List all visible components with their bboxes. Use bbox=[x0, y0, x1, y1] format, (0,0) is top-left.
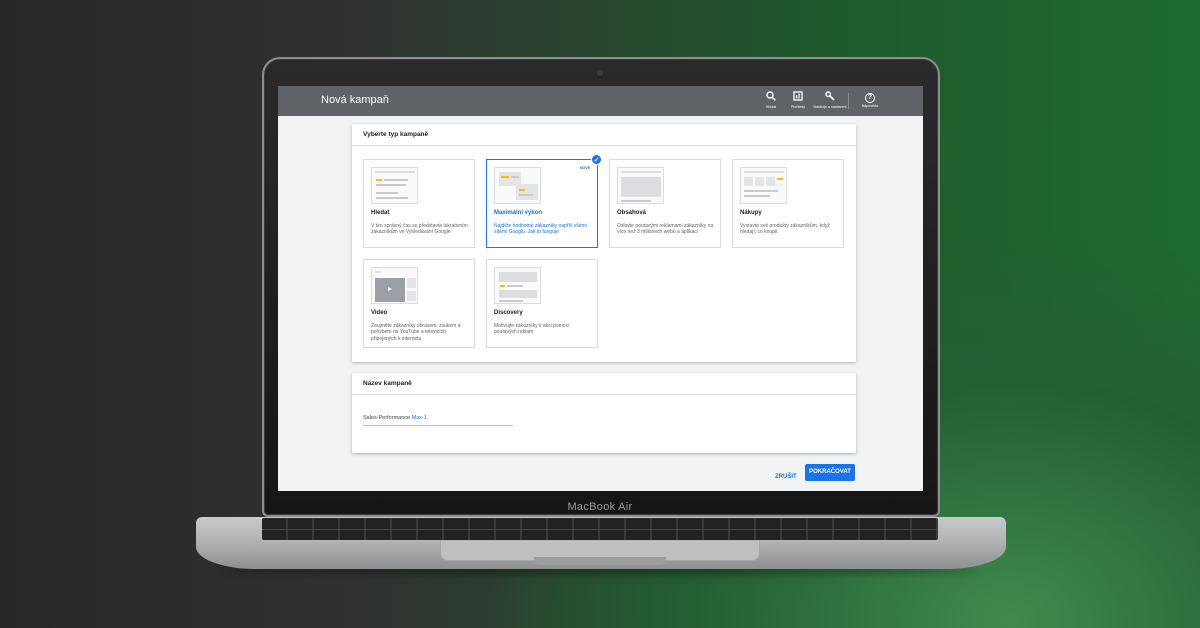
header-divider bbox=[848, 93, 849, 109]
webcam bbox=[597, 70, 603, 76]
campaign-type-shopping[interactable]: Nákupy Vystavte své produkty zákazníkům,… bbox=[732, 159, 844, 248]
campaign-type-name: Hledat bbox=[371, 210, 390, 216]
campaign-type-description: V ten správný čas se představte lukrativ… bbox=[371, 223, 468, 236]
continue-button[interactable]: POKRAČOVAT bbox=[805, 464, 855, 481]
campaign-name-card: Název kampaně Sales-Performance Max-1 bbox=[352, 373, 856, 453]
campaign-type-description: Oslovte poutavými reklamami zákazníky na… bbox=[617, 223, 714, 236]
selected-check-icon: ✓ bbox=[591, 154, 602, 165]
video-illustration bbox=[371, 267, 418, 304]
discovery-illustration bbox=[494, 267, 541, 304]
keyboard-row-divider bbox=[262, 529, 938, 530]
app-header: Nová kampaň Hledat Přehledy Nástroje a n… bbox=[278, 86, 923, 116]
campaign-type-discovery[interactable]: Discovery Motivujte zákazníky k akci pom… bbox=[486, 259, 598, 348]
campaign-type-name: Maximální výkon bbox=[494, 210, 543, 216]
campaign-type-description: Najděte hodnotné zákazníky napříč všemi … bbox=[494, 223, 587, 236]
campaign-name-underline bbox=[363, 425, 513, 426]
campaign-type-name: Nákupy bbox=[740, 210, 762, 216]
cancel-button[interactable]: ZRUŠIT bbox=[771, 471, 801, 483]
performance-max-illustration bbox=[494, 167, 541, 204]
campaign-name-value-highlight: Max-1 bbox=[411, 415, 427, 421]
wrench-icon bbox=[810, 91, 850, 104]
campaign-type-name: Video bbox=[371, 310, 388, 316]
campaign-type-performance-max[interactable]: NOVÉ Maximální výkon Najděte hodnotné zá… bbox=[486, 159, 598, 248]
header-tools-button[interactable]: Nástroje a nastavení bbox=[810, 91, 850, 109]
campaign-type-title: Vyberte typ kampaně bbox=[352, 124, 856, 146]
campaign-type-name: Obsahová bbox=[617, 210, 647, 216]
header-help-button[interactable]: ? Nápověda bbox=[850, 91, 890, 108]
search-illustration bbox=[371, 167, 418, 204]
laptop-model-label: MacBook Air bbox=[567, 501, 633, 513]
header-help-label: Nápověda bbox=[861, 104, 879, 108]
campaign-name-input[interactable]: Sales-Performance Max-1 bbox=[363, 415, 427, 421]
new-badge: NOVÉ bbox=[579, 166, 590, 170]
campaign-type-search[interactable]: Hledat V ten správný čas se představte l… bbox=[363, 159, 475, 248]
campaign-type-card: Vyberte typ kampaně Hledat V ten správný… bbox=[352, 124, 856, 362]
laptop-lid-notch bbox=[534, 557, 666, 565]
help-icon: ? bbox=[850, 91, 890, 103]
campaign-type-video[interactable]: Video Zaujměte zákazníky obrazem, zvukem… bbox=[363, 259, 475, 348]
page-title: Nová kampaň bbox=[321, 94, 389, 106]
display-illustration bbox=[617, 167, 664, 204]
campaign-type-name: Discovery bbox=[494, 310, 523, 316]
header-tools-label: Nástroje a nastavení bbox=[813, 105, 847, 109]
campaign-type-description: Motivujte zákazníky k akci pomocí poutav… bbox=[494, 323, 570, 336]
campaign-type-display[interactable]: Obsahová Oslovte poutavými reklamami zák… bbox=[609, 159, 721, 248]
campaign-type-description: Vystavte své produkty zákazníkům, když h… bbox=[740, 223, 830, 236]
campaign-name-title: Název kampaně bbox=[352, 373, 856, 395]
shopping-illustration bbox=[740, 167, 787, 204]
campaign-type-description: Zaujměte zákazníky obrazem, zvukem a poh… bbox=[371, 323, 461, 342]
campaign-name-value: Sales-Performance bbox=[363, 415, 412, 421]
laptop-screen: Nová kampaň Hledat Přehledy Nástroje a n… bbox=[278, 86, 923, 491]
